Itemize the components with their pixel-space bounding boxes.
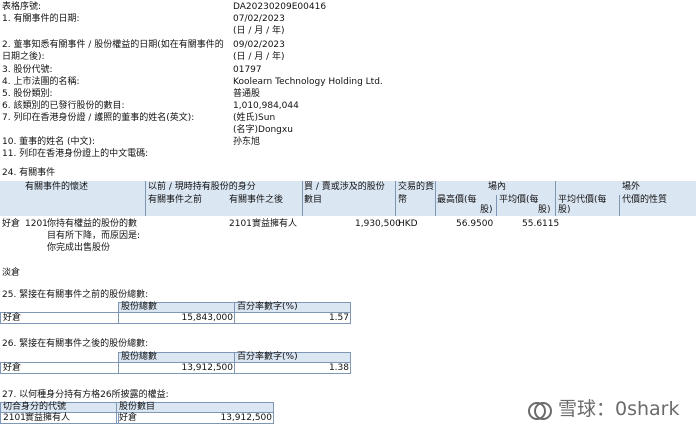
field-1-hint: (日 / 月 / 年) — [233, 26, 285, 36]
section-24-title: 24. 有關事件 — [2, 168, 56, 178]
col-high-1: 最高價(每 — [437, 195, 477, 205]
s27-shares: 13,912,500 — [220, 413, 272, 423]
s26-shares: 13,912,500 — [181, 363, 233, 373]
field-11-label: 11. 列印在香港身份證上的中文電碼: — [2, 149, 149, 159]
row-code: 1201 — [25, 219, 48, 229]
s27-code: 2101 — [3, 413, 26, 423]
col-avg-1: 平均價(每 — [499, 195, 539, 205]
s27-position: 好倉 — [119, 413, 138, 423]
field-7-given: (名字)Dongxu — [233, 125, 293, 135]
s26-col-pct: 百分率數字(%) — [237, 352, 298, 362]
field-6-value: 1,010,984,044 — [233, 101, 299, 111]
col-divider — [619, 195, 620, 216]
col-divider — [302, 181, 303, 216]
row-avg: 55.6115 — [522, 219, 560, 229]
s26-col-shares: 股份總數 — [121, 352, 158, 362]
col-divider — [395, 181, 396, 216]
section-27-title: 27. 以何種身分持有方格26所披露的權益: — [2, 390, 169, 400]
s27-col-capacity: 切合身分的代號 — [3, 402, 67, 412]
row-position: 好倉 — [2, 219, 21, 229]
row-desc-2: 目有所下降，而原因是: — [47, 231, 141, 241]
field-10-value: 孙东旭 — [233, 137, 261, 147]
form-no-value: DA20230209E00416 — [233, 2, 327, 12]
field-10-label: 10. 董事的姓名 (中文): — [2, 137, 96, 147]
row-desc-3: 你完成出售股份 — [47, 243, 111, 253]
field-6-label: 6. 該類別的已發行股份的數目: — [2, 101, 125, 111]
s25-col-pct: 百分率數字(%) — [237, 302, 298, 312]
field-7-surname: (姓氏)Sun — [233, 113, 276, 123]
field-7-label: 7. 列印在香港身份證 / 護照的董事的姓名(英文): — [2, 113, 195, 123]
s26-pct: 1.38 — [328, 363, 349, 373]
field-5-value: 普通股 — [233, 89, 261, 99]
col-offavg-2: 股) — [558, 205, 571, 215]
row-capacity-code: 2101 — [229, 219, 252, 229]
col-shares-1: 買 / 賣或涉及的股份 — [304, 182, 385, 192]
form-no-label: 表格序號: — [2, 2, 42, 12]
s27-capacity: 實益擁有人 — [25, 413, 71, 423]
short-position: 淡倉 — [2, 268, 21, 278]
row-capacity: 實益擁有人 — [252, 219, 298, 229]
col-event: 有關事件的懷述 — [25, 182, 89, 192]
col-avg-2: 股) — [538, 205, 551, 215]
section-26-title: 26. 緊接在有關事件之後的股份總數: — [2, 339, 149, 349]
field-3-label: 3. 股份代號: — [2, 65, 53, 75]
field-5-label: 5. 股份類別: — [2, 89, 53, 99]
s25-position: 好倉 — [3, 313, 22, 323]
col-divider — [496, 195, 497, 216]
field-4-label: 4. 上市法團的名稱: — [2, 77, 80, 87]
s25-shares: 15,843,000 — [181, 313, 233, 323]
col-high-2: 股) — [480, 205, 493, 215]
col-divider — [145, 181, 146, 216]
s25-col-shares: 股份總數 — [121, 302, 158, 312]
col-nature: 代價的性質 — [622, 195, 668, 205]
s25-pct: 1.57 — [328, 313, 349, 323]
field-2-label-1: 2. 董事知悉有關事件 / 股份權益的日期(如在有關事件的 — [2, 40, 224, 50]
section-25-title: 25. 緊接在有關事件之前的股份總數: — [2, 290, 149, 300]
col-divider — [555, 181, 556, 216]
col-before: 有關事件之前 — [148, 195, 203, 205]
row-desc-1: 你持有權益的股份的數 — [47, 219, 138, 229]
field-2-value: 09/02/2023 — [233, 40, 285, 50]
col-divider — [435, 181, 436, 216]
field-1-label: 1. 有關事件的日期: — [2, 14, 80, 24]
field-4-value: Koolearn Technology Holding Ltd. — [233, 77, 383, 87]
s27-col-shares: 股份數目 — [119, 402, 156, 412]
col-after: 有關事件之後 — [229, 195, 284, 205]
field-2-label-2: 日期之後): — [2, 52, 45, 62]
watermark-text: 雪球：0shark — [558, 398, 680, 420]
col-on-exchange: 場內 — [488, 182, 507, 192]
col-shares-2: 數目 — [304, 195, 323, 205]
snowball-logo-icon — [528, 402, 552, 420]
col-offavg-1: 平均代價(每 — [558, 195, 607, 205]
col-capacity: 以前 / 現時持有股份的身分 — [148, 182, 256, 192]
col-off-exchange: 場外 — [622, 182, 641, 192]
row-high: 56.9500 — [456, 219, 494, 229]
row-shares: 1,930,500 — [355, 219, 401, 229]
s26-position: 好倉 — [3, 363, 22, 373]
col-currency-1: 交易的貨 — [398, 182, 435, 192]
col-currency-2: 幣 — [398, 195, 408, 205]
field-2-hint: (日 / 月 / 年) — [233, 52, 285, 62]
field-1-value: 07/02/2023 — [233, 14, 285, 24]
row-currency: HKD — [398, 219, 418, 229]
field-3-value: 01797 — [233, 65, 262, 75]
